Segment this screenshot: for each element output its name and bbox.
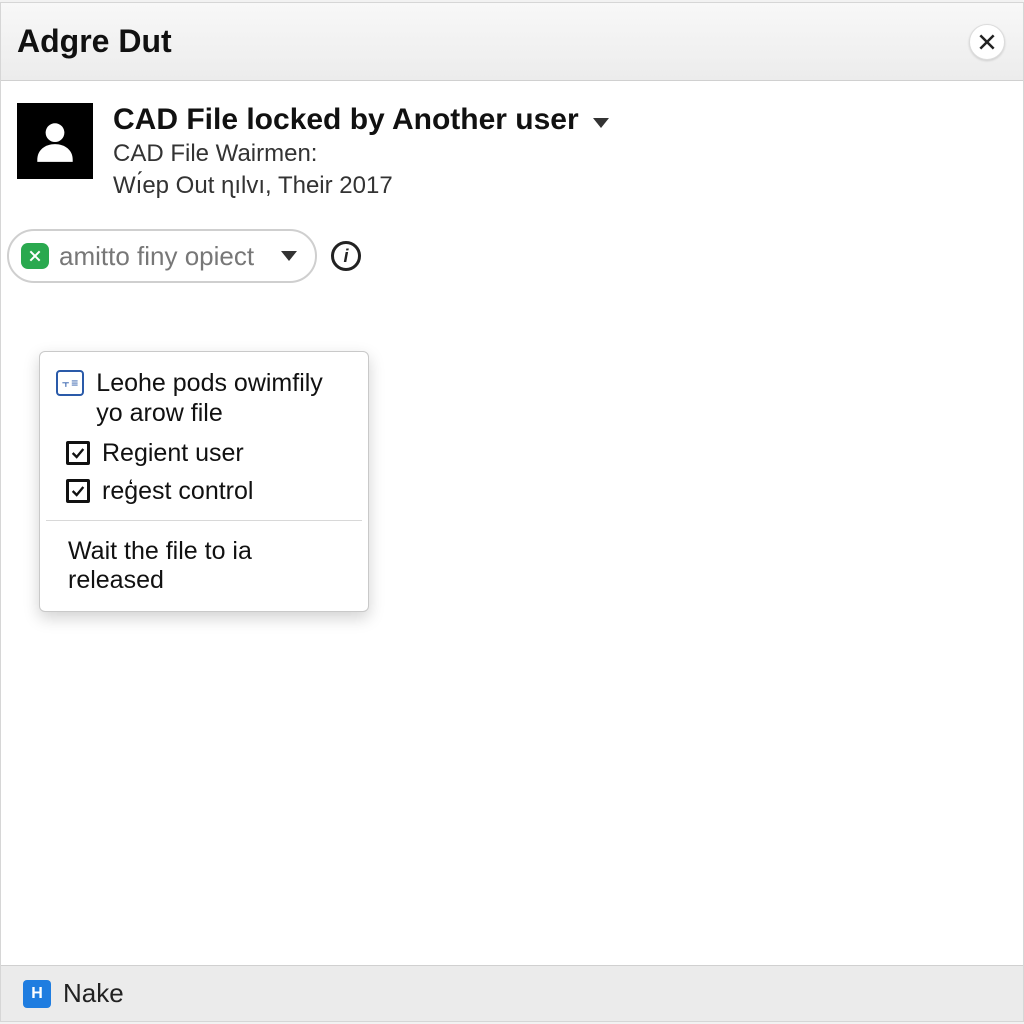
content-area: CAD File locked by Another user CAD File… <box>1 81 1023 965</box>
checkbox-checked-icon <box>66 441 90 465</box>
dropdown-item-regient-user[interactable]: Regient user <box>40 434 368 472</box>
clear-chip[interactable] <box>21 243 49 269</box>
chevron-down-icon <box>593 118 609 128</box>
dropdown-item-label: Regient user <box>102 438 350 468</box>
window-title: Adgre Dut <box>17 23 969 60</box>
app-icon-glyph: H <box>31 985 43 1003</box>
close-icon <box>977 32 997 52</box>
dropdown-item-request-control[interactable]: reģest control <box>40 472 368 510</box>
file-subtitle-2: Wı́ep Out ɳılvı, Their 2017 <box>113 171 1007 201</box>
action-selector-row: amitto finy opiect i <box>1 213 1023 283</box>
file-header: CAD File locked by Another user CAD File… <box>1 81 1023 213</box>
dropdown-item-label: Leohe рods owimfily yo arow file <box>96 368 350 428</box>
dropdown-separator <box>46 520 362 521</box>
dropdown-item-wait-release[interactable]: Wait the file to ia released <box>40 529 368 603</box>
dialog-window: Adgre Dut CAD File locked by Another use… <box>0 2 1024 1022</box>
info-icon: i <box>343 246 348 267</box>
app-icon: H <box>23 980 51 1008</box>
dropdown-item-label: reģest control <box>102 476 350 506</box>
dropdown-item-open-readonly[interactable]: ⫟≡ Leohe рods owimfily yo arow file <box>40 362 368 434</box>
close-button[interactable] <box>969 24 1005 60</box>
checkbox-checked-icon <box>66 479 90 503</box>
chevron-down-icon <box>281 251 297 261</box>
info-button[interactable]: i <box>331 241 361 271</box>
layout-icon: ⫟≡ <box>56 370 84 396</box>
status-bar: H Nake <box>1 965 1023 1021</box>
file-title: CAD File locked by Another user <box>113 103 579 137</box>
title-bar: Adgre Dut <box>1 3 1023 81</box>
avatar <box>17 103 93 179</box>
action-combo-placeholder: amitto finy opiect <box>59 241 271 272</box>
status-label: Nake <box>63 978 124 1009</box>
action-combo[interactable]: amitto finy opiect <box>7 229 317 283</box>
file-subtitle-1: CAD File Wairmen: <box>113 139 1007 169</box>
x-icon <box>27 248 43 264</box>
action-dropdown: ⫟≡ Leohe рods owimfily yo arow file Regi… <box>39 351 369 612</box>
dropdown-item-label: Wait the file to ia released <box>68 537 252 594</box>
user-icon <box>30 116 80 166</box>
file-header-text: CAD File locked by Another user CAD File… <box>113 103 1007 201</box>
file-title-row[interactable]: CAD File locked by Another user <box>113 103 1007 137</box>
